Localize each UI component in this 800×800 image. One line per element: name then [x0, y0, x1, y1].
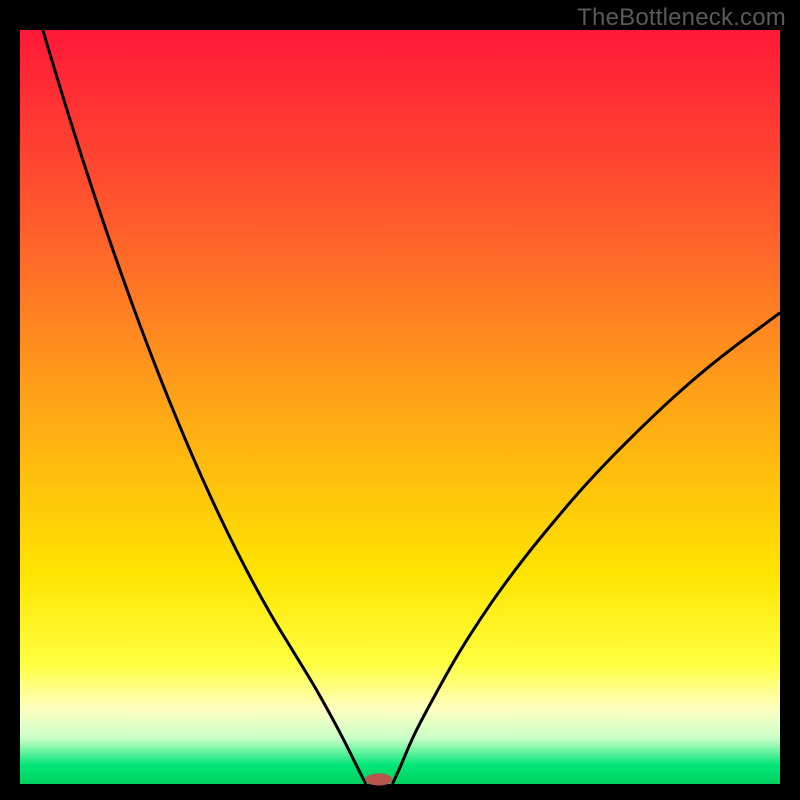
plot-area — [20, 30, 780, 784]
chart-container: { "watermark": "TheBottleneck.com", "col… — [0, 0, 800, 800]
optimum-marker — [365, 773, 392, 785]
watermark-text: TheBottleneck.com — [577, 4, 786, 32]
bottleneck-chart — [0, 0, 800, 800]
